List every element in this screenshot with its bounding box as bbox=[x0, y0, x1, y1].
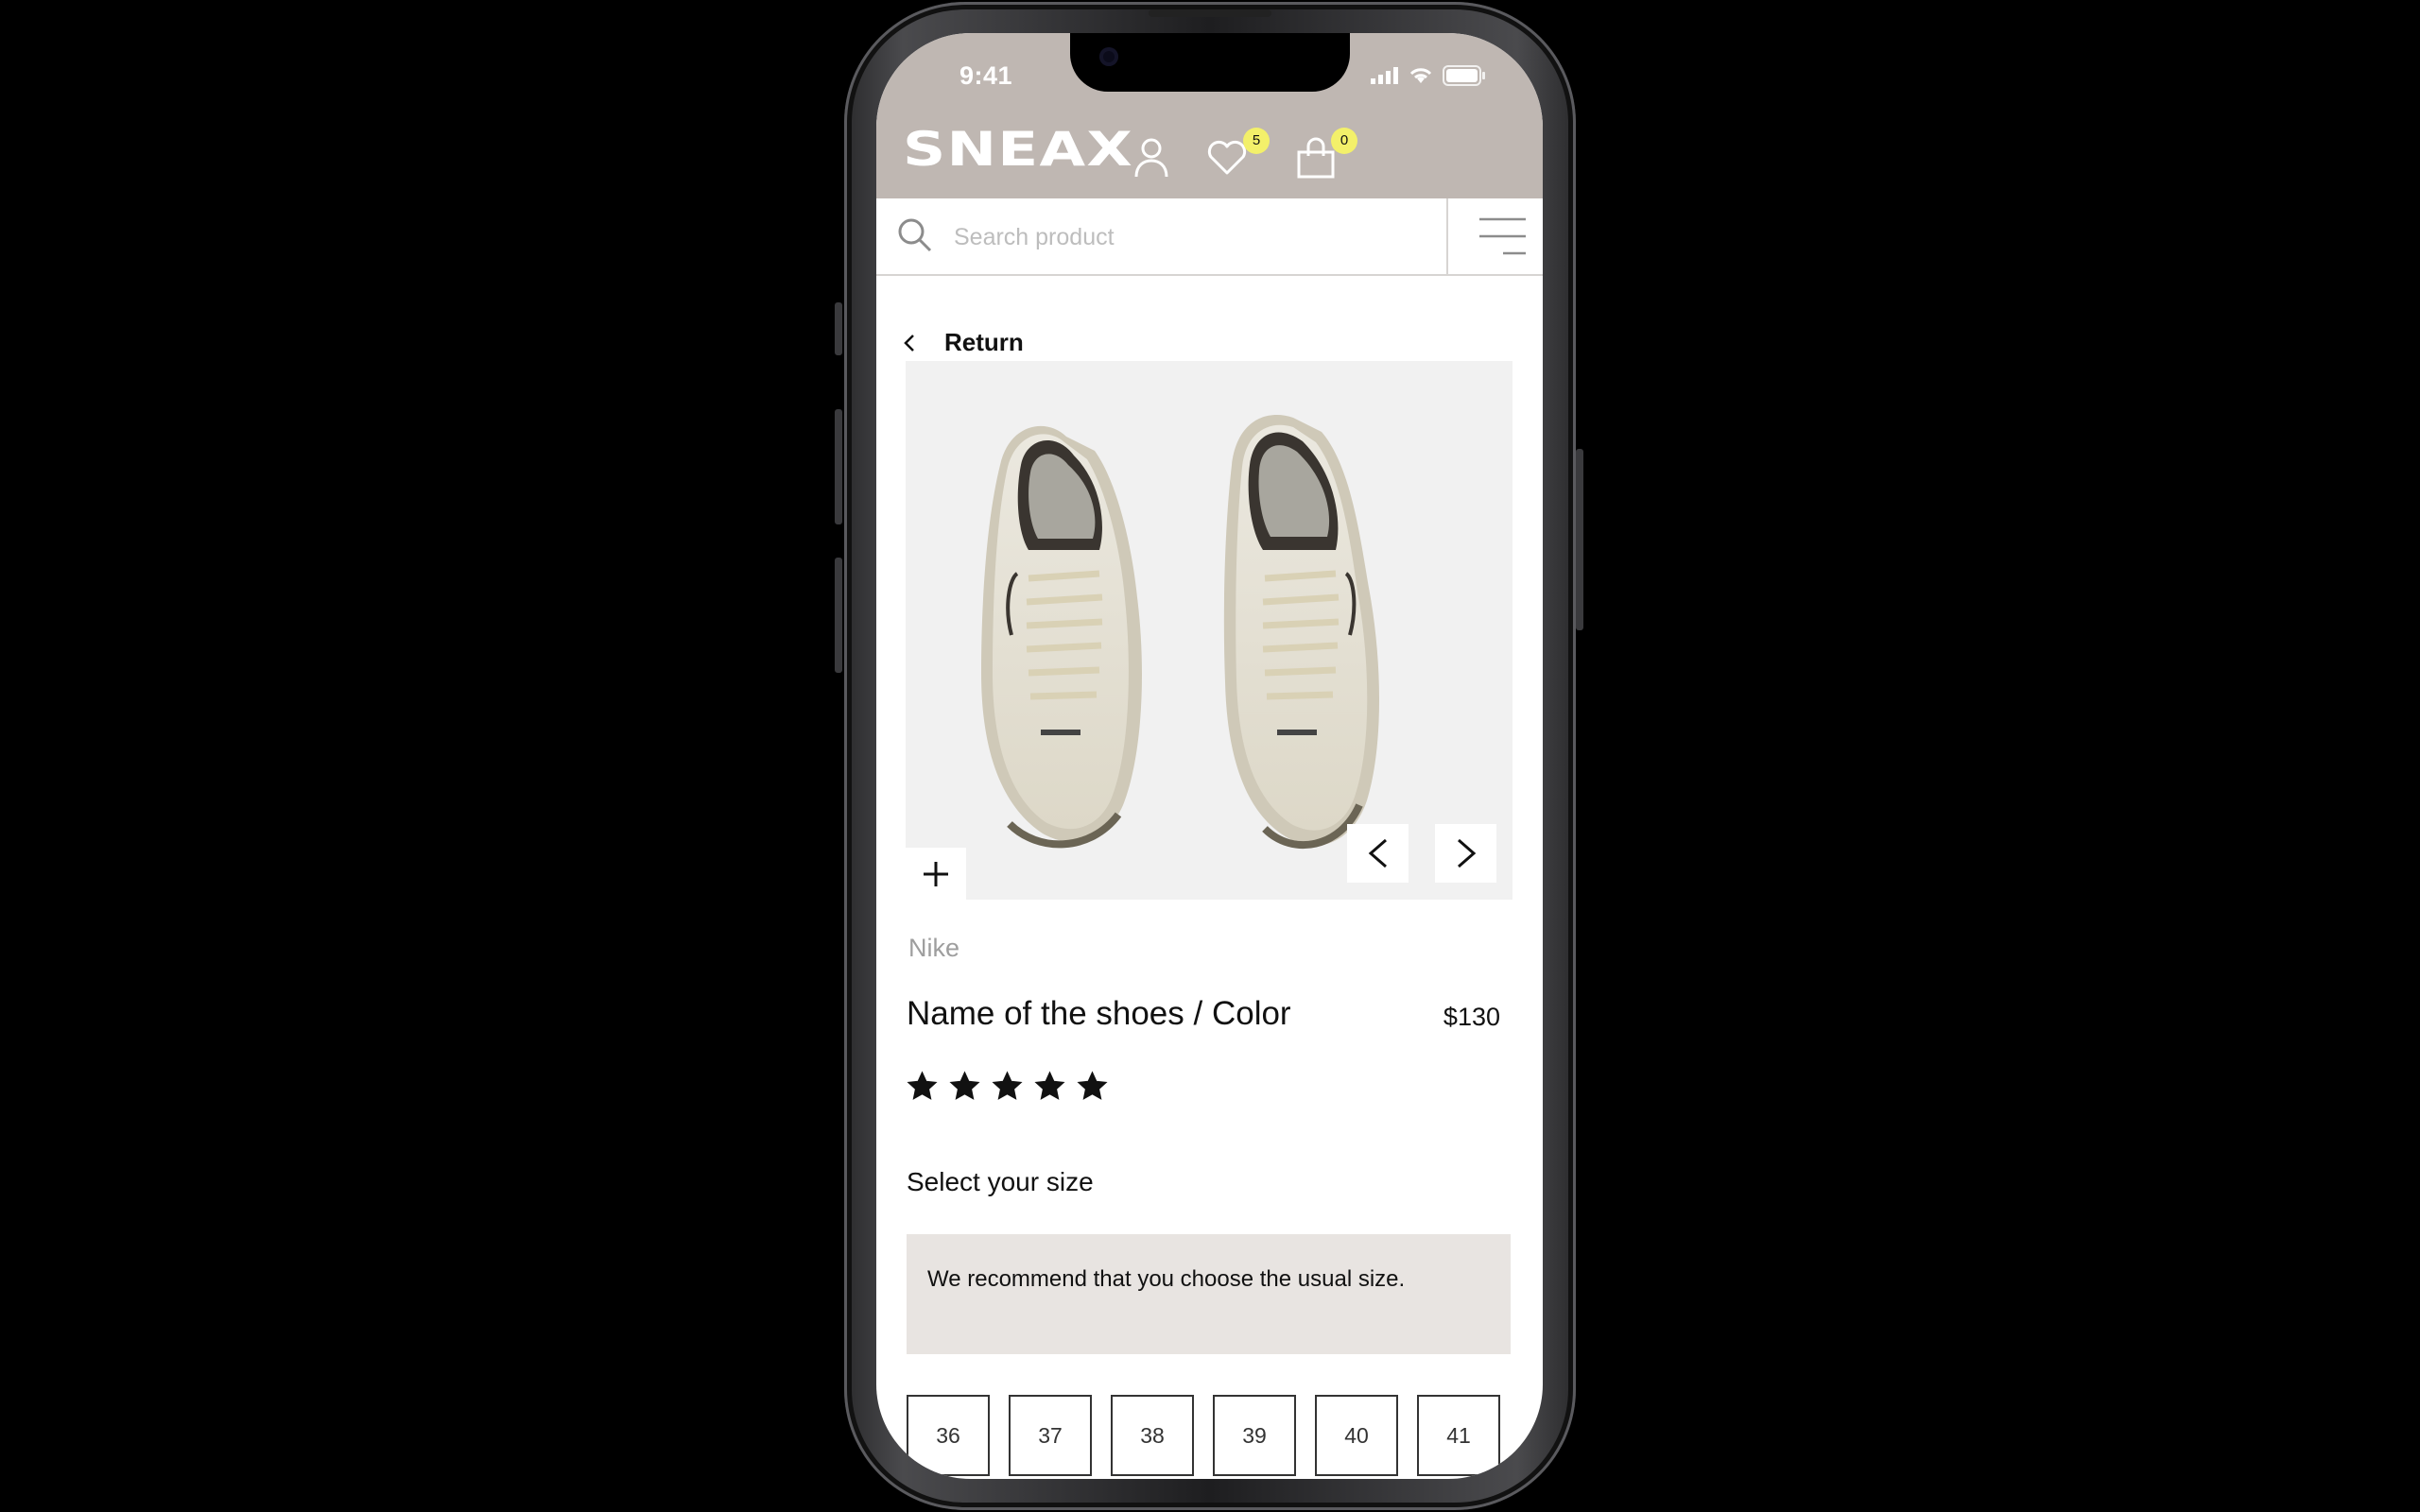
wishlist-count-badge: 5 bbox=[1243, 128, 1270, 154]
power-button bbox=[1576, 449, 1583, 630]
size-option[interactable]: 36 bbox=[907, 1395, 990, 1476]
star-icon bbox=[1034, 1071, 1065, 1100]
size-options: 36 37 38 39 40 41 bbox=[907, 1395, 1500, 1476]
size-section-title: Select your size bbox=[907, 1167, 1094, 1196]
logo-wordmark: SNEAX bbox=[903, 122, 1133, 177]
battery-icon bbox=[1443, 65, 1485, 86]
product-name: Name of the shoes / Color bbox=[907, 995, 1291, 1032]
chevron-left-icon bbox=[1368, 838, 1387, 868]
sneax-logo[interactable]: SNEAX bbox=[903, 122, 1135, 177]
volume-up-button bbox=[835, 409, 842, 524]
return-link[interactable]: Return bbox=[903, 328, 1024, 357]
prev-image-button[interactable] bbox=[1347, 824, 1409, 883]
volume-down-button bbox=[835, 558, 842, 673]
size-option[interactable]: 39 bbox=[1213, 1395, 1296, 1476]
search-bar bbox=[876, 198, 1543, 276]
star-icon bbox=[1077, 1071, 1108, 1100]
menu-button[interactable] bbox=[1446, 198, 1543, 274]
size-recommendation-text: We recommend that you choose the usual s… bbox=[927, 1266, 1406, 1292]
size-recommendation-box: We recommend that you choose the usual s… bbox=[907, 1234, 1511, 1354]
size-option[interactable]: 40 bbox=[1315, 1395, 1398, 1476]
size-option[interactable]: 41 bbox=[1417, 1395, 1500, 1476]
star-icon bbox=[907, 1071, 938, 1100]
chevron-left-icon bbox=[904, 334, 914, 352]
star-icon bbox=[949, 1071, 980, 1100]
cart-count-badge: 0 bbox=[1331, 128, 1357, 154]
svg-text:SNEAX: SNEAX bbox=[903, 126, 1133, 171]
search-icon[interactable] bbox=[897, 217, 933, 253]
status-time: 9:41 bbox=[959, 61, 1013, 90]
star-icon bbox=[992, 1071, 1023, 1100]
mute-switch bbox=[835, 302, 842, 355]
wifi-icon bbox=[1409, 68, 1432, 83]
plus-icon bbox=[924, 861, 948, 886]
size-option[interactable]: 38 bbox=[1111, 1395, 1194, 1476]
next-image-button[interactable] bbox=[1435, 824, 1496, 883]
product-image bbox=[906, 361, 1512, 900]
app-screen: 9:41 SNEAX 5 0 Search product Return Nik… bbox=[876, 33, 1543, 1479]
sneakers-photo bbox=[981, 415, 1380, 850]
speaker-grille bbox=[1149, 9, 1271, 17]
zoom-button[interactable] bbox=[906, 848, 966, 900]
search-input[interactable] bbox=[952, 215, 1428, 259]
front-camera bbox=[1099, 47, 1118, 66]
notch bbox=[1070, 33, 1350, 92]
hamburger-menu-icon bbox=[1479, 217, 1526, 255]
signal-icon bbox=[1371, 67, 1398, 84]
product-price: $130 bbox=[1443, 1003, 1500, 1031]
return-label: Return bbox=[944, 328, 1024, 356]
rating-stars bbox=[907, 1071, 1108, 1102]
status-icons bbox=[1371, 65, 1486, 86]
product-brand: Nike bbox=[908, 934, 960, 962]
user-icon[interactable] bbox=[1129, 135, 1174, 180]
chevron-right-icon bbox=[1457, 838, 1476, 868]
size-option[interactable]: 37 bbox=[1009, 1395, 1092, 1476]
